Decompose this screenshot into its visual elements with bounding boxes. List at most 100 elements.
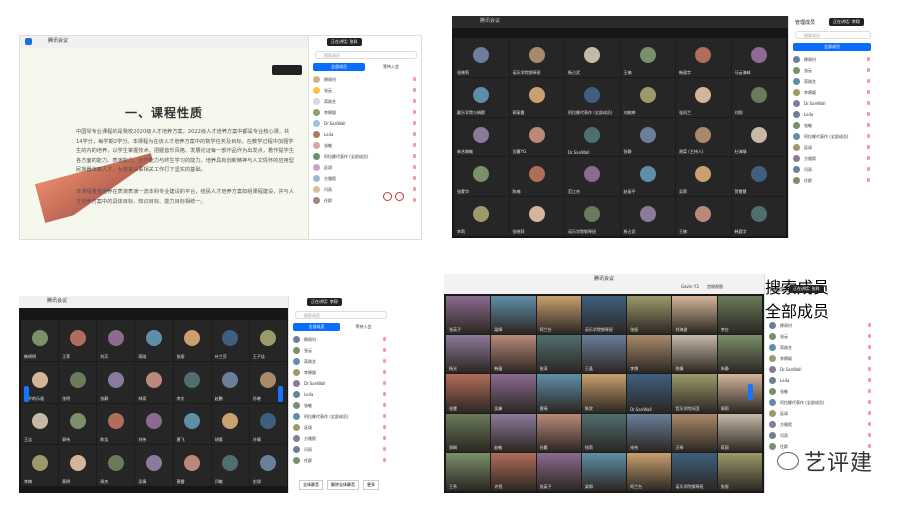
participant-tile[interactable]: 张慧 [446, 374, 491, 413]
member-item[interactable]: Leila [293, 389, 389, 400]
member-item[interactable]: 阿拉娜代表作 (全部成员) [769, 397, 874, 408]
member-item[interactable]: 阿拉娜代表作 (全部成员) [793, 131, 873, 142]
member-item[interactable]: Leila [793, 109, 873, 120]
mic-icon[interactable] [383, 370, 386, 374]
tab-all-members[interactable]: 全部成员 [293, 323, 340, 331]
mute-all-button[interactable]: 全体静音 [299, 480, 323, 490]
participant-tile[interactable]: 宋伟 [627, 413, 672, 452]
participant-tile[interactable]: 韩蕴 [491, 335, 536, 374]
mic-icon[interactable] [383, 392, 386, 396]
participant-tile[interactable]: 张静 [97, 361, 135, 403]
participant-tile[interactable]: 刘芳 [97, 320, 135, 361]
member-item[interactable]: 廷颂 [313, 162, 419, 173]
member-item[interactable]: 方雅熙 [793, 153, 873, 164]
participant-tile[interactable]: 林家 [135, 361, 173, 403]
member-item[interactable]: 廷颂 [293, 422, 389, 433]
mic-icon[interactable] [413, 121, 416, 125]
member-item[interactable]: 李穆颖 [769, 353, 874, 364]
participant-tile[interactable]: 沈曹YG [509, 117, 564, 157]
mic-icon[interactable] [868, 356, 871, 360]
member-item[interactable]: Dr.SanWall [293, 378, 389, 389]
search-input[interactable]: 搜索成员 [795, 31, 871, 39]
member-item[interactable]: 蒋刚艺 [793, 76, 873, 87]
participant-tile[interactable]: 杨占武 [565, 38, 620, 77]
mic-icon[interactable] [867, 167, 870, 171]
mic-icon[interactable] [413, 77, 416, 81]
mic-icon[interactable] [868, 367, 871, 371]
participant-tile[interactable]: 徐媚 [672, 335, 717, 374]
participant-tile[interactable]: 王晶 [581, 335, 627, 374]
mic-icon[interactable] [867, 90, 870, 94]
mic-icon[interactable] [867, 79, 870, 83]
participant-tile[interactable]: 赵鹏 [211, 361, 249, 403]
member-item[interactable]: 张敏 [769, 386, 874, 397]
mic-icon[interactable] [383, 425, 386, 429]
mic-icon[interactable] [868, 378, 871, 382]
mic-icon[interactable] [867, 57, 870, 61]
participant-tile[interactable]: 蒋丽 [717, 413, 762, 452]
mic-icon[interactable] [383, 414, 386, 418]
mic-icon[interactable] [383, 359, 386, 363]
participant-tile[interactable]: 张振 [627, 296, 672, 335]
participant-tile[interactable]: 王子佳 [249, 320, 287, 361]
mic-icon[interactable] [868, 345, 871, 349]
participant-tile[interactable]: 陈浩 [97, 403, 135, 445]
participant-tile[interactable]: 郭丽霞 [509, 77, 564, 117]
member-item[interactable]: 李穆颖 [293, 367, 389, 378]
unmute-all-button[interactable]: 解除全体静音 [327, 480, 359, 490]
participant-tile[interactable]: 王楠 [676, 197, 731, 236]
member-item[interactable]: 蒋刚艺 [293, 356, 389, 367]
participant-tile[interactable]: 梁姆 [491, 296, 536, 335]
participant-tile[interactable]: 吴倩 [135, 445, 173, 486]
participant-tile[interactable]: 范江杰 [565, 157, 620, 197]
mic-icon[interactable] [413, 143, 416, 147]
member-item[interactable]: Leila [769, 375, 874, 386]
participant-tile[interactable]: 李楠 [21, 445, 59, 486]
mic-icon[interactable] [867, 101, 870, 105]
member-item[interactable]: Dr.SanWall [793, 98, 873, 109]
participant-tile[interactable]: 郭伟 [59, 403, 97, 445]
more-button[interactable]: 更多 [363, 480, 379, 490]
mic-icon[interactable] [868, 433, 871, 437]
member-item[interactable]: Leila [313, 129, 419, 140]
participant-tile[interactable]: 张蒙华 [454, 157, 509, 197]
mic-icon[interactable] [413, 187, 416, 191]
participant-tile[interactable]: 贺慧慧 [731, 157, 786, 197]
participant-tile[interactable]: 叶兰芬 [211, 320, 249, 361]
participant-tile[interactable]: 刘伟 [135, 403, 173, 445]
participant-tile[interactable]: 韩明明 [21, 320, 59, 361]
search-input[interactable]: 搜索成员 [315, 51, 417, 59]
page-right-arrow[interactable] [278, 386, 283, 402]
participant-tile[interactable]: 阿兰台 [536, 296, 581, 335]
mic-icon[interactable] [413, 198, 416, 202]
tab-waiting[interactable]: 等待入会 [365, 63, 417, 71]
mic-icon[interactable] [867, 178, 870, 182]
participant-tile[interactable]: 张晓莉 [454, 38, 509, 77]
participant-tile[interactable]: 阿兰台 [627, 452, 672, 491]
participant-tile[interactable]: 马云海邮 [731, 38, 786, 77]
participant-tile[interactable]: 张丽 [173, 320, 211, 361]
participant-tile[interactable]: 戴乐学院与姆郡 [454, 77, 509, 117]
participant-tile[interactable]: 许晴 [249, 403, 287, 445]
member-item[interactable]: 穆周村 [313, 74, 419, 85]
mic-icon[interactable] [383, 337, 386, 341]
participant-tile[interactable]: 闫敏 [211, 445, 249, 486]
mic-icon[interactable] [413, 88, 416, 92]
mic-icon[interactable] [413, 132, 416, 136]
mic-icon[interactable] [413, 176, 416, 180]
mic-icon[interactable] [383, 381, 386, 385]
mic-icon[interactable] [867, 156, 870, 160]
member-item[interactable]: 穆周村 [769, 320, 874, 331]
mic-icon[interactable] [868, 411, 871, 415]
participant-tile[interactable]: 韩遐字 [731, 197, 786, 236]
participant-tile[interactable]: 诺乐学院钢琴班 [672, 452, 717, 491]
participant-tile[interactable]: 胡蓉 [211, 403, 249, 445]
participant-tile[interactable]: 王楠 [620, 38, 675, 77]
participant-tile[interactable]: 诺乐学院钢琴班 [565, 197, 620, 236]
mic-icon[interactable] [383, 458, 386, 462]
mic-icon[interactable] [413, 165, 416, 169]
participant-tile[interactable]: 林艺琳敏 [454, 117, 509, 157]
member-item[interactable]: 任群 [293, 455, 389, 466]
participant-tile[interactable]: 杜海晴 [731, 117, 786, 157]
mic-icon[interactable] [867, 123, 870, 127]
